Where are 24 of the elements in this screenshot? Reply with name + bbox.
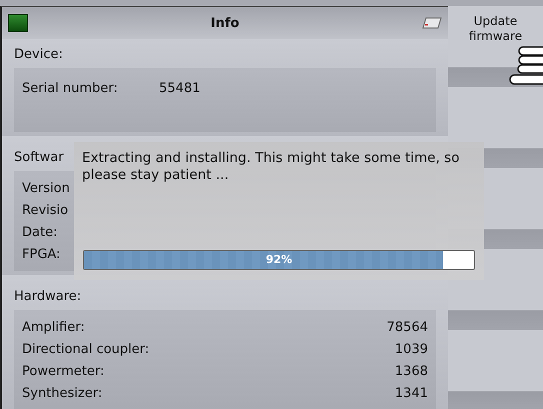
drive-icon [422, 17, 442, 29]
dialog-message: Extracting and installing. This might take some time, so please stay patient ... [82, 150, 460, 184]
field-label: Synthesizer: [22, 386, 104, 400]
field-label: Revisio [22, 202, 70, 218]
field-label: Amplifier: [22, 320, 86, 334]
field-value: 1368 [394, 364, 428, 378]
section-header: Softwar [13, 149, 65, 167]
window-title: Info [210, 16, 240, 30]
field-value: 55481 [159, 80, 200, 96]
field-value: 1039 [394, 342, 428, 356]
section-header: Device: [13, 46, 64, 64]
field-label: Version [22, 180, 71, 196]
section-header: Hardware: [13, 288, 82, 306]
soft-key-button[interactable] [448, 330, 543, 409]
field-value: 78564 [386, 320, 428, 334]
field-label: FPGA: [22, 246, 62, 262]
soft-key-button[interactable]: Update firmware [448, 6, 543, 87]
field-label: Directional coupler: [22, 342, 150, 356]
field-value: 1341 [394, 386, 428, 400]
field-label: Powermeter: [22, 364, 106, 378]
progress-reading: 92% [264, 252, 294, 268]
field-label: Date: [22, 224, 58, 240]
status-led-icon [8, 14, 28, 32]
field-label: Serial number: [22, 80, 119, 96]
